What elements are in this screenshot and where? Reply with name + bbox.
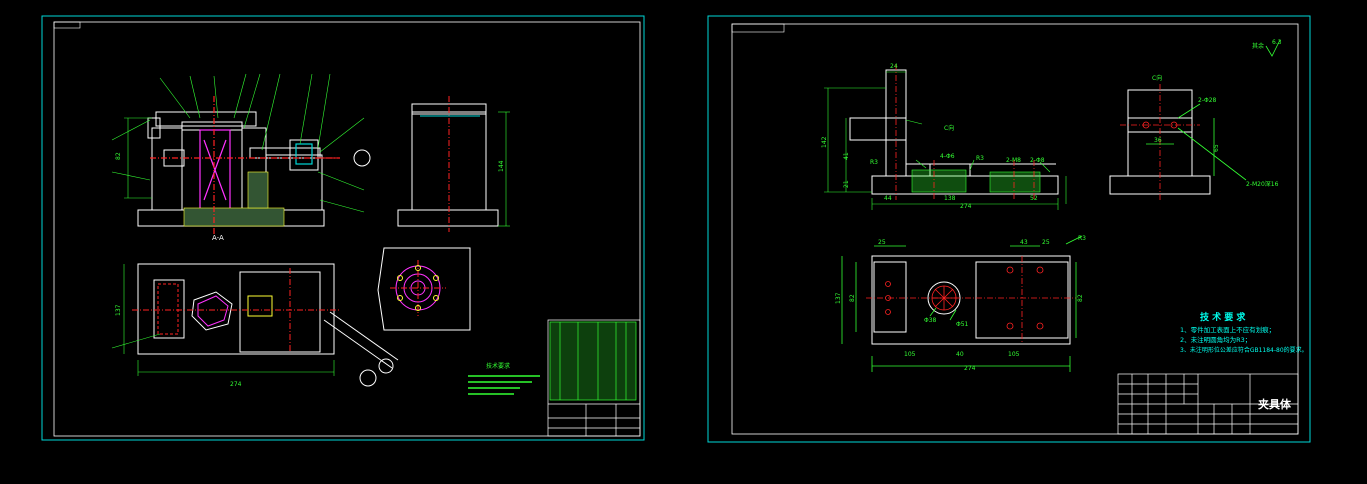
right-sheet-inner-frame (731, 23, 1299, 435)
roughness-value: 6.3 (1272, 39, 1282, 46)
detail-view (377, 247, 471, 331)
top-dim-width: 274 (230, 381, 242, 388)
drawing-canvas: 82 144 A-A 274 137 技术要求 其余 6.3 24 142 41… (41, 15, 1311, 443)
side-view-label: C向 (1152, 74, 1162, 82)
top-dim-d3: 25 (1042, 239, 1050, 246)
part-front-hatching (824, 71, 1067, 210)
front-dim-d4: 21 (843, 180, 850, 188)
right-sheet-outer-frame (707, 15, 1311, 443)
top-dim-d10: Φ38 (924, 317, 937, 324)
front-dim-d5: 44 (884, 195, 892, 202)
front-dim-d7: 274 (960, 203, 972, 210)
top-dim-d2: 43 (1020, 239, 1028, 246)
left-sheet-code-box (53, 21, 81, 29)
top-dim-side: 82 (1077, 294, 1084, 302)
top-dim-d4: 137 (835, 292, 842, 304)
front-view-leaders (111, 73, 365, 213)
side-view-details (420, 96, 510, 232)
side-dim-d1: 36 (1154, 137, 1162, 144)
side-dim-height: 144 (498, 160, 505, 172)
part-top-view (871, 255, 1071, 345)
left-sheet: 82 144 A-A 274 137 技术要求 (41, 15, 645, 441)
front-hole-1: 4-Φ6 (940, 153, 955, 160)
front-dim-height: 82 (115, 152, 122, 160)
side-thread: 2-M20深16 (1246, 180, 1279, 188)
front-dim-d1: 24 (890, 63, 898, 70)
front-radius-2: R3 (976, 155, 984, 162)
tech-notes: 技 术 要 求 1、零件加工表面上不应有划痕； 2、未注明圆角均为R3； 3、未… (1180, 311, 1308, 354)
tech-note-2: 2、未注明圆角均为R3； (1180, 335, 1251, 344)
assembly-top-view (137, 263, 399, 387)
top-dim-d9: 274 (964, 365, 976, 372)
front-dim-d6: 138 (944, 195, 956, 202)
top-dim-d8: 40 (956, 351, 964, 358)
front-dim-d8: 52 (1030, 195, 1038, 202)
right-sheet: 其余 6.3 24 142 41 21 44 138 274 52 4-Φ6 2… (707, 15, 1311, 443)
right-sheet-code-box (731, 23, 785, 33)
tech-note-3: 3、未注明形位公差应符合GB1184-80的要求。 (1180, 346, 1308, 354)
left-tech-notes: 技术要求 (468, 362, 540, 395)
assembly-side-view (397, 103, 499, 227)
left-tech-title: 技术要求 (486, 362, 510, 370)
top-dim-d6: 105 (904, 351, 916, 358)
front-hole-3: 2-Φ8 (1030, 157, 1045, 164)
section-label: A-A (212, 234, 224, 242)
side-dim-d2: 65 (1213, 144, 1220, 152)
front-hole-2: 2-M8 (1006, 157, 1021, 164)
title-block-name: 夹具体 (1258, 397, 1292, 411)
front-view-label: C向 (944, 124, 954, 132)
top-dim-side: 137 (115, 304, 122, 316)
top-view-details (111, 264, 340, 376)
roughness-label: 其余 (1252, 42, 1264, 50)
top-dim-d1: 25 (878, 239, 886, 246)
front-dim-d3: 41 (843, 152, 850, 160)
top-dim-d11: Φ51 (956, 321, 969, 328)
tech-notes-title: 技 术 要 求 (1200, 311, 1246, 323)
top-dim-d7: 105 (1008, 351, 1020, 358)
tech-note-1: 1、零件加工表面上不应有划痕； (1180, 325, 1275, 334)
top-dim-d12: R3 (1078, 235, 1086, 242)
top-dim-d5: 82 (849, 294, 856, 302)
front-dim-d2: 142 (821, 136, 828, 148)
front-radius-1: R3 (870, 159, 878, 166)
part-side-details (1120, 84, 1247, 200)
left-title-block (547, 319, 641, 437)
side-hole: 2-Φ28 (1198, 97, 1217, 104)
